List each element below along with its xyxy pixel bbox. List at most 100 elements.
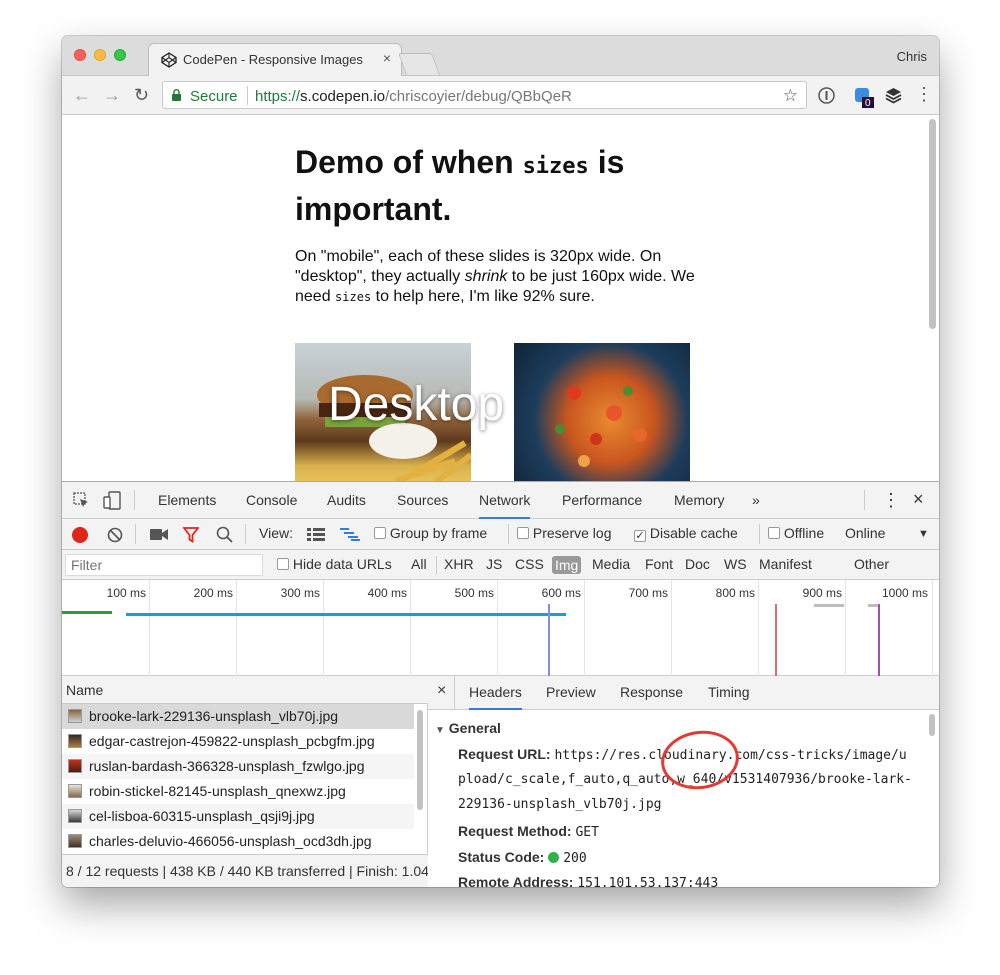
image-thumbnail-icon <box>68 834 82 848</box>
close-detail-icon[interactable]: × <box>437 682 446 700</box>
image-thumbnail-icon <box>68 809 82 823</box>
tab-audits[interactable]: Audits <box>327 492 366 508</box>
offline-toggle[interactable]: Offline <box>768 525 824 541</box>
tab-separator <box>134 490 135 510</box>
throttling-select[interactable]: Online <box>845 525 885 541</box>
hide-data-urls-toggle[interactable]: Hide data URLs <box>277 556 392 572</box>
address-bar[interactable]: Secure https://s.codepen.io/chriscoyier/… <box>162 81 807 109</box>
tab-network[interactable]: Network <box>479 492 531 519</box>
filter-type-font[interactable]: Font <box>645 556 673 572</box>
request-row[interactable]: cel-lisboa-60315-unsplash_qsji9j.jpg <box>62 804 414 829</box>
reload-icon[interactable]: ↻ <box>134 85 149 106</box>
filter-type-css[interactable]: CSS <box>515 556 544 572</box>
name-column-header[interactable]: Name <box>62 676 428 704</box>
request-name: charles-deluvio-466056-unsplash_ocd3dh.j… <box>89 833 372 849</box>
status-code-value: 200 <box>563 851 587 866</box>
filter-type-manifest[interactable]: Manifest <box>759 556 812 572</box>
group-by-frame-checkbox[interactable] <box>374 527 386 539</box>
tab-response[interactable]: Response <box>620 684 683 700</box>
general-section-header[interactable]: ▼ General <box>435 720 501 736</box>
timeline-bar <box>62 611 112 614</box>
tab-console[interactable]: Console <box>246 492 297 508</box>
tab-timing[interactable]: Timing <box>708 684 750 700</box>
filter-type-media[interactable]: Media <box>592 556 630 572</box>
request-row[interactable]: charles-deluvio-466056-unsplash_ocd3dh.j… <box>62 829 414 854</box>
new-tab-button[interactable] <box>397 53 441 75</box>
preserve-log-toggle[interactable]: Preserve log <box>517 525 611 541</box>
back-arrow-icon[interactable]: ← <box>73 85 91 106</box>
group-by-frame-toggle[interactable]: Group by frame <box>374 525 487 541</box>
forward-arrow-icon[interactable]: → <box>103 85 121 106</box>
request-name: ruslan-bardash-366328-unsplash_fzwlgo.jp… <box>89 758 365 774</box>
filter-type-xhr[interactable]: XHR <box>444 556 474 572</box>
url-text[interactable]: https://s.codepen.io/chriscoyier/debug/Q… <box>255 88 572 105</box>
filter-type-all[interactable]: All <box>411 556 427 572</box>
network-summary: 8 / 12 requests | 438 KB / 440 KB transf… <box>62 854 428 887</box>
layers-icon[interactable] <box>885 87 902 104</box>
tab-close-icon[interactable]: × <box>383 50 391 66</box>
zoom-window-button[interactable] <box>114 49 126 61</box>
request-row[interactable]: robin-stickel-82145-unsplash_qnexwz.jpg <box>62 779 414 804</box>
timeline-tick-label: 200 ms <box>193 586 233 600</box>
filter-type-doc[interactable]: Doc <box>685 556 710 572</box>
throttling-chevron-down-icon[interactable]: ▼ <box>918 528 929 540</box>
request-name: brooke-lark-229136-unsplash_vlb70j.jpg <box>89 708 339 724</box>
info-circle-icon[interactable] <box>818 87 835 104</box>
extension-badge-icon[interactable]: 0 <box>854 87 876 109</box>
section-expand-triangle-icon: ▼ <box>435 725 445 736</box>
offline-checkbox[interactable] <box>768 527 780 539</box>
waterfall-overview-icon[interactable] <box>340 528 360 541</box>
tab-performance[interactable]: Performance <box>562 492 642 508</box>
tab-headers[interactable]: Headers <box>469 684 522 710</box>
device-toolbar-icon[interactable] <box>103 491 121 510</box>
filter-type-ws[interactable]: WS <box>724 556 747 572</box>
timeline-gridline <box>584 580 585 676</box>
more-tabs-icon[interactable]: » <box>752 492 760 508</box>
camera-icon[interactable] <box>150 528 168 541</box>
timeline-tick-label: 700 ms <box>628 586 668 600</box>
request-row[interactable]: brooke-lark-229136-unsplash_vlb70j.jpg <box>62 704 414 729</box>
hide-data-urls-checkbox[interactable] <box>277 558 289 570</box>
request-row[interactable]: edgar-castrejon-459822-unsplash_pcbgfm.j… <box>62 729 414 754</box>
inspect-element-icon[interactable] <box>73 492 90 509</box>
detail-scrollbar[interactable] <box>929 714 935 736</box>
profile-name[interactable]: Chris <box>897 49 927 64</box>
tab-memory[interactable]: Memory <box>674 492 725 508</box>
preserve-log-checkbox[interactable] <box>517 527 529 539</box>
request-row[interactable]: ruslan-bardash-366328-unsplash_fzwlgo.jp… <box>62 754 414 779</box>
devtools-panel: Elements Console Audits Sources Network … <box>62 481 939 887</box>
bookmark-star-icon[interactable]: ☆ <box>783 86 798 106</box>
url-path: /chriscoyier/debug/QBbQeR <box>385 88 572 105</box>
tab-preview[interactable]: Preview <box>546 684 596 700</box>
kebab-menu-icon[interactable]: ⋮ <box>915 84 933 105</box>
network-timeline-overview[interactable]: 100 ms 200 ms 300 ms 400 ms 500 ms 600 m… <box>62 580 939 676</box>
large-rows-icon[interactable] <box>307 528 325 541</box>
tab-sources[interactable]: Sources <box>397 492 448 508</box>
timeline-gridline <box>932 580 933 676</box>
disable-cache-toggle[interactable]: Disable cache <box>634 525 738 542</box>
timeline-gridline <box>758 580 759 676</box>
filter-funnel-icon[interactable] <box>183 527 199 543</box>
tab-elements[interactable]: Elements <box>158 492 216 508</box>
filter-type-js[interactable]: JS <box>486 556 502 572</box>
close-window-button[interactable] <box>74 49 86 61</box>
preserve-log-label: Preserve log <box>532 525 612 541</box>
browser-tab-active[interactable]: CodePen - Responsive Images × <box>148 43 402 77</box>
filter-input[interactable] <box>65 554 263 576</box>
record-icon[interactable] <box>72 527 88 543</box>
para-3: to help here, I'm like 92% sure. <box>371 288 595 305</box>
request-list-scrollbar[interactable] <box>417 710 423 810</box>
clear-icon[interactable] <box>107 527 123 543</box>
request-method-row: Request Method: GET <box>458 823 599 840</box>
devtools-menu-icon[interactable]: ⋮ <box>882 490 900 511</box>
minimize-window-button[interactable] <box>94 49 106 61</box>
search-icon[interactable] <box>216 526 233 543</box>
page-scrollbar[interactable] <box>929 119 936 329</box>
devtools-close-icon[interactable]: × <box>913 489 924 510</box>
disable-cache-checkbox[interactable] <box>634 530 646 542</box>
hide-data-urls-label: Hide data URLs <box>292 556 392 572</box>
timeline-tick-label: 300 ms <box>280 586 320 600</box>
filter-type-other[interactable]: Other <box>854 556 889 572</box>
timeline-gridline <box>497 580 498 676</box>
filter-type-img[interactable]: Img <box>552 556 582 574</box>
